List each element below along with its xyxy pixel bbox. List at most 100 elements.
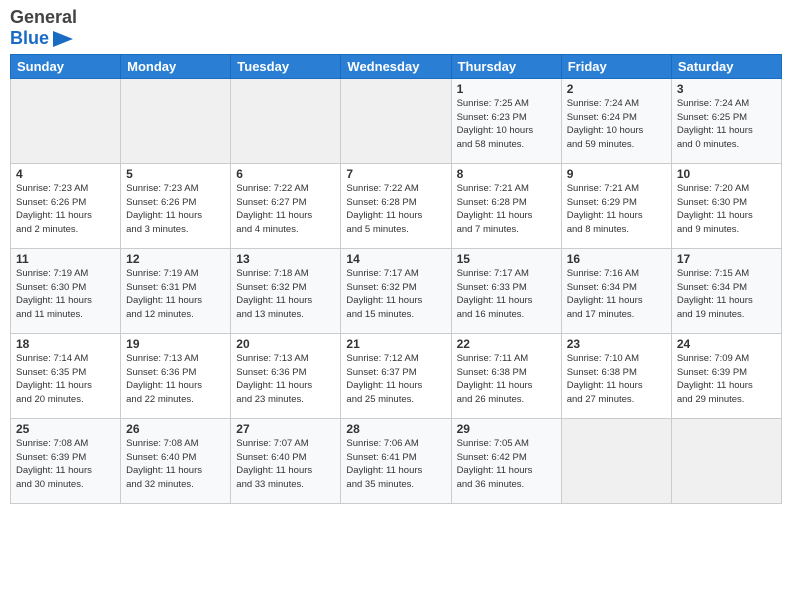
calendar-day-cell: 10Sunrise: 7:20 AM Sunset: 6:30 PM Dayli…: [671, 163, 781, 248]
calendar-day-cell: 19Sunrise: 7:13 AM Sunset: 6:36 PM Dayli…: [121, 333, 231, 418]
calendar-day-cell: [231, 78, 341, 163]
day-info: Sunrise: 7:21 AM Sunset: 6:28 PM Dayligh…: [457, 182, 556, 237]
day-number: 21: [346, 337, 445, 351]
logo-blue-line: Blue: [10, 28, 77, 50]
day-number: 11: [16, 252, 115, 266]
calendar-day-cell: 11Sunrise: 7:19 AM Sunset: 6:30 PM Dayli…: [11, 248, 121, 333]
calendar-day-cell: 23Sunrise: 7:10 AM Sunset: 6:38 PM Dayli…: [561, 333, 671, 418]
weekday-header: Saturday: [671, 54, 781, 78]
day-number: 10: [677, 167, 776, 181]
day-number: 1: [457, 82, 556, 96]
day-info: Sunrise: 7:23 AM Sunset: 6:26 PM Dayligh…: [16, 182, 115, 237]
day-number: 28: [346, 422, 445, 436]
day-info: Sunrise: 7:09 AM Sunset: 6:39 PM Dayligh…: [677, 352, 776, 407]
day-number: 29: [457, 422, 556, 436]
day-info: Sunrise: 7:19 AM Sunset: 6:30 PM Dayligh…: [16, 267, 115, 322]
day-info: Sunrise: 7:15 AM Sunset: 6:34 PM Dayligh…: [677, 267, 776, 322]
day-number: 3: [677, 82, 776, 96]
calendar-day-cell: 9Sunrise: 7:21 AM Sunset: 6:29 PM Daylig…: [561, 163, 671, 248]
calendar-day-cell: 15Sunrise: 7:17 AM Sunset: 6:33 PM Dayli…: [451, 248, 561, 333]
calendar-day-cell: 21Sunrise: 7:12 AM Sunset: 6:37 PM Dayli…: [341, 333, 451, 418]
calendar-day-cell: 26Sunrise: 7:08 AM Sunset: 6:40 PM Dayli…: [121, 418, 231, 503]
day-info: Sunrise: 7:21 AM Sunset: 6:29 PM Dayligh…: [567, 182, 666, 237]
day-number: 9: [567, 167, 666, 181]
day-number: 20: [236, 337, 335, 351]
calendar-day-cell: 12Sunrise: 7:19 AM Sunset: 6:31 PM Dayli…: [121, 248, 231, 333]
day-number: 19: [126, 337, 225, 351]
day-info: Sunrise: 7:24 AM Sunset: 6:24 PM Dayligh…: [567, 97, 666, 152]
day-info: Sunrise: 7:19 AM Sunset: 6:31 PM Dayligh…: [126, 267, 225, 322]
day-info: Sunrise: 7:23 AM Sunset: 6:26 PM Dayligh…: [126, 182, 225, 237]
day-info: Sunrise: 7:24 AM Sunset: 6:25 PM Dayligh…: [677, 97, 776, 152]
calendar-day-cell: [121, 78, 231, 163]
day-number: 13: [236, 252, 335, 266]
calendar-day-cell: 14Sunrise: 7:17 AM Sunset: 6:32 PM Dayli…: [341, 248, 451, 333]
day-number: 23: [567, 337, 666, 351]
day-info: Sunrise: 7:05 AM Sunset: 6:42 PM Dayligh…: [457, 437, 556, 492]
calendar-week-row: 18Sunrise: 7:14 AM Sunset: 6:35 PM Dayli…: [11, 333, 782, 418]
day-number: 5: [126, 167, 225, 181]
day-info: Sunrise: 7:08 AM Sunset: 6:39 PM Dayligh…: [16, 437, 115, 492]
day-info: Sunrise: 7:17 AM Sunset: 6:33 PM Dayligh…: [457, 267, 556, 322]
day-info: Sunrise: 7:18 AM Sunset: 6:32 PM Dayligh…: [236, 267, 335, 322]
calendar-day-cell: [561, 418, 671, 503]
day-number: 24: [677, 337, 776, 351]
calendar-day-cell: 17Sunrise: 7:15 AM Sunset: 6:34 PM Dayli…: [671, 248, 781, 333]
day-info: Sunrise: 7:10 AM Sunset: 6:38 PM Dayligh…: [567, 352, 666, 407]
day-info: Sunrise: 7:14 AM Sunset: 6:35 PM Dayligh…: [16, 352, 115, 407]
calendar-day-cell: 22Sunrise: 7:11 AM Sunset: 6:38 PM Dayli…: [451, 333, 561, 418]
day-number: 26: [126, 422, 225, 436]
day-number: 17: [677, 252, 776, 266]
day-info: Sunrise: 7:16 AM Sunset: 6:34 PM Dayligh…: [567, 267, 666, 322]
day-info: Sunrise: 7:06 AM Sunset: 6:41 PM Dayligh…: [346, 437, 445, 492]
calendar-day-cell: 1Sunrise: 7:25 AM Sunset: 6:23 PM Daylig…: [451, 78, 561, 163]
logo-arrow-icon: [49, 28, 77, 50]
calendar-day-cell: 3Sunrise: 7:24 AM Sunset: 6:25 PM Daylig…: [671, 78, 781, 163]
calendar-day-cell: 18Sunrise: 7:14 AM Sunset: 6:35 PM Dayli…: [11, 333, 121, 418]
calendar-header-row: SundayMondayTuesdayWednesdayThursdayFrid…: [11, 54, 782, 78]
day-info: Sunrise: 7:22 AM Sunset: 6:27 PM Dayligh…: [236, 182, 335, 237]
calendar-day-cell: 5Sunrise: 7:23 AM Sunset: 6:26 PM Daylig…: [121, 163, 231, 248]
weekday-header: Tuesday: [231, 54, 341, 78]
calendar-day-cell: 27Sunrise: 7:07 AM Sunset: 6:40 PM Dayli…: [231, 418, 341, 503]
day-number: 22: [457, 337, 556, 351]
calendar-day-cell: [671, 418, 781, 503]
calendar-week-row: 1Sunrise: 7:25 AM Sunset: 6:23 PM Daylig…: [11, 78, 782, 163]
weekday-header: Thursday: [451, 54, 561, 78]
calendar-week-row: 11Sunrise: 7:19 AM Sunset: 6:30 PM Dayli…: [11, 248, 782, 333]
calendar-day-cell: 25Sunrise: 7:08 AM Sunset: 6:39 PM Dayli…: [11, 418, 121, 503]
logo-general: General: [10, 8, 77, 28]
calendar-day-cell: 13Sunrise: 7:18 AM Sunset: 6:32 PM Dayli…: [231, 248, 341, 333]
calendar-day-cell: 2Sunrise: 7:24 AM Sunset: 6:24 PM Daylig…: [561, 78, 671, 163]
day-number: 25: [16, 422, 115, 436]
calendar-day-cell: 7Sunrise: 7:22 AM Sunset: 6:28 PM Daylig…: [341, 163, 451, 248]
day-number: 4: [16, 167, 115, 181]
weekday-header: Wednesday: [341, 54, 451, 78]
calendar-week-row: 4Sunrise: 7:23 AM Sunset: 6:26 PM Daylig…: [11, 163, 782, 248]
day-number: 14: [346, 252, 445, 266]
day-info: Sunrise: 7:11 AM Sunset: 6:38 PM Dayligh…: [457, 352, 556, 407]
calendar-day-cell: 8Sunrise: 7:21 AM Sunset: 6:28 PM Daylig…: [451, 163, 561, 248]
calendar-table: SundayMondayTuesdayWednesdayThursdayFrid…: [10, 54, 782, 504]
day-info: Sunrise: 7:07 AM Sunset: 6:40 PM Dayligh…: [236, 437, 335, 492]
logo: General Blue: [10, 8, 77, 50]
calendar-day-cell: 4Sunrise: 7:23 AM Sunset: 6:26 PM Daylig…: [11, 163, 121, 248]
calendar-day-cell: [341, 78, 451, 163]
day-info: Sunrise: 7:13 AM Sunset: 6:36 PM Dayligh…: [126, 352, 225, 407]
logo-blue-text: Blue: [10, 29, 49, 49]
calendar-day-cell: 16Sunrise: 7:16 AM Sunset: 6:34 PM Dayli…: [561, 248, 671, 333]
day-info: Sunrise: 7:12 AM Sunset: 6:37 PM Dayligh…: [346, 352, 445, 407]
day-info: Sunrise: 7:08 AM Sunset: 6:40 PM Dayligh…: [126, 437, 225, 492]
day-number: 7: [346, 167, 445, 181]
day-info: Sunrise: 7:25 AM Sunset: 6:23 PM Dayligh…: [457, 97, 556, 152]
calendar-day-cell: 24Sunrise: 7:09 AM Sunset: 6:39 PM Dayli…: [671, 333, 781, 418]
day-number: 18: [16, 337, 115, 351]
calendar-week-row: 25Sunrise: 7:08 AM Sunset: 6:39 PM Dayli…: [11, 418, 782, 503]
weekday-header: Sunday: [11, 54, 121, 78]
calendar-day-cell: 28Sunrise: 7:06 AM Sunset: 6:41 PM Dayli…: [341, 418, 451, 503]
day-info: Sunrise: 7:17 AM Sunset: 6:32 PM Dayligh…: [346, 267, 445, 322]
day-number: 12: [126, 252, 225, 266]
weekday-header: Friday: [561, 54, 671, 78]
calendar-day-cell: 29Sunrise: 7:05 AM Sunset: 6:42 PM Dayli…: [451, 418, 561, 503]
calendar-day-cell: [11, 78, 121, 163]
